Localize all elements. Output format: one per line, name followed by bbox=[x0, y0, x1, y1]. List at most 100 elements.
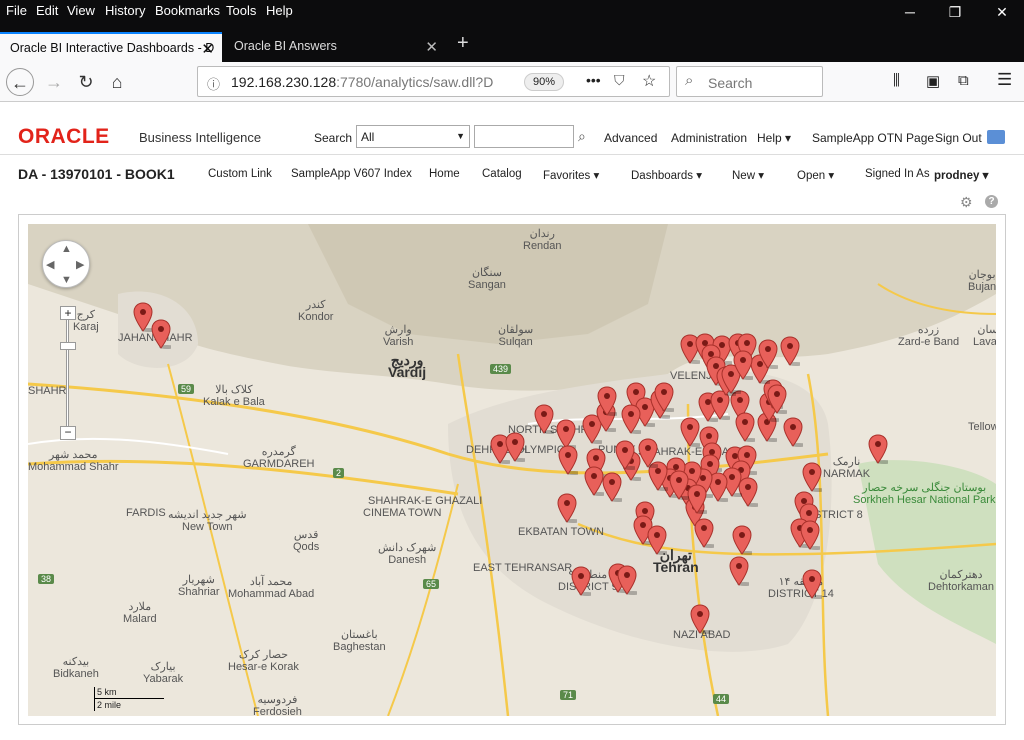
map-place-label: حصار کرک Hesar-e Korak bbox=[228, 649, 299, 673]
help-menu[interactable]: Help ▾ bbox=[757, 131, 791, 145]
minimize-icon[interactable]: ─ bbox=[900, 4, 920, 22]
map-marker[interactable] bbox=[505, 432, 525, 462]
new-menu[interactable]: New ▾ bbox=[732, 168, 764, 182]
catalog-link[interactable]: Catalog bbox=[482, 168, 522, 180]
menu-edit[interactable]: Edit bbox=[36, 3, 58, 18]
pan-down-icon[interactable]: ▼ bbox=[61, 274, 72, 286]
map-place-label: لواسانLavasan bbox=[973, 324, 996, 348]
open-menu[interactable]: Open ▾ bbox=[797, 168, 834, 182]
administration-link[interactable]: Administration bbox=[671, 131, 747, 145]
map-zoom-control[interactable]: + − bbox=[60, 306, 76, 442]
map-marker[interactable] bbox=[669, 470, 689, 500]
map-marker[interactable] bbox=[557, 493, 577, 523]
search-input[interactable] bbox=[474, 125, 574, 148]
map-marker[interactable] bbox=[617, 565, 637, 595]
gear-icon[interactable]: ⚙ bbox=[960, 194, 973, 211]
map-marker[interactable] bbox=[534, 404, 554, 434]
home-link[interactable]: Home bbox=[429, 168, 460, 180]
map-marker[interactable] bbox=[133, 302, 153, 332]
map-marker[interactable] bbox=[802, 569, 822, 599]
map-marker[interactable] bbox=[735, 412, 755, 442]
accessibility-icon[interactable] bbox=[987, 130, 1005, 144]
search-go-icon[interactable]: ⌕ bbox=[578, 128, 586, 145]
pan-right-icon[interactable]: ▶ bbox=[76, 258, 84, 271]
pan-up-icon[interactable]: ▲ bbox=[61, 243, 72, 255]
map-pan-control[interactable]: ▲ ▼ ◀ ▶ bbox=[42, 240, 90, 288]
map-marker[interactable] bbox=[783, 417, 803, 447]
map-marker[interactable] bbox=[654, 382, 674, 412]
map-marker[interactable] bbox=[597, 386, 617, 416]
map-marker[interactable] bbox=[638, 438, 658, 468]
hamburger-menu-icon[interactable]: ☰ bbox=[997, 70, 1012, 90]
map-marker[interactable] bbox=[868, 434, 888, 464]
map-marker[interactable] bbox=[647, 525, 667, 555]
map-marker[interactable] bbox=[802, 462, 822, 492]
map-marker[interactable] bbox=[758, 339, 778, 369]
map-marker[interactable] bbox=[733, 350, 753, 380]
map-marker[interactable] bbox=[780, 336, 800, 366]
tab-answers[interactable]: Oracle BI Answers ✕ bbox=[224, 32, 446, 62]
reload-icon[interactable]: ↻ bbox=[72, 68, 100, 96]
map-marker[interactable] bbox=[621, 404, 641, 434]
map-marker[interactable] bbox=[690, 604, 710, 634]
extension-icon[interactable]: ⧉ bbox=[958, 72, 969, 89]
zoom-indicator[interactable]: 90% bbox=[524, 73, 564, 91]
browser-search-box[interactable]: ⌕ Search bbox=[676, 66, 823, 97]
menu-file[interactable]: File bbox=[6, 3, 27, 18]
map-marker[interactable] bbox=[558, 445, 578, 475]
otn-page-link[interactable]: SampleApp OTN Page bbox=[812, 131, 934, 145]
search-scope-select[interactable]: All ▼ bbox=[356, 125, 470, 148]
map-view[interactable]: رندان Rendan سنگان Sangan کندر Kondor وارش Vari… bbox=[28, 224, 996, 716]
restore-icon[interactable]: ❐ bbox=[945, 4, 965, 22]
map-marker[interactable] bbox=[151, 319, 171, 349]
map-marker[interactable] bbox=[571, 566, 591, 596]
menu-view[interactable]: View bbox=[67, 3, 95, 18]
map-marker[interactable] bbox=[584, 466, 604, 496]
map-marker[interactable] bbox=[800, 520, 820, 550]
zoom-out-icon[interactable]: − bbox=[60, 426, 76, 440]
close-tab-icon[interactable]: ✕ bbox=[425, 38, 438, 56]
zoom-handle[interactable] bbox=[60, 342, 76, 350]
close-tab-icon[interactable]: ✕ bbox=[201, 40, 214, 58]
pan-left-icon[interactable]: ◀ bbox=[46, 258, 54, 271]
close-window-icon[interactable]: ✕ bbox=[992, 4, 1012, 22]
user-menu[interactable]: prodney ▾ bbox=[934, 168, 988, 182]
page-actions-icon[interactable]: ••• bbox=[586, 72, 601, 88]
tab-dashboards[interactable]: Oracle BI Interactive Dashboards - D ✕ bbox=[0, 32, 222, 62]
sign-out-link[interactable]: Sign Out bbox=[935, 131, 982, 145]
dashboards-menu[interactable]: Dashboards ▾ bbox=[631, 168, 702, 182]
road-shield: 44 bbox=[713, 694, 730, 704]
product-title: Business Intelligence bbox=[139, 130, 262, 145]
map-place-label: رندان Rendan bbox=[523, 228, 562, 252]
map-marker[interactable] bbox=[602, 472, 622, 502]
map-marker[interactable] bbox=[732, 525, 752, 555]
new-tab-icon[interactable]: + bbox=[457, 32, 469, 55]
map-marker[interactable] bbox=[687, 484, 707, 514]
road-shield: 38 bbox=[38, 574, 55, 584]
menu-bookmarks[interactable]: Bookmarks bbox=[155, 3, 220, 18]
favorites-menu[interactable]: Favorites ▾ bbox=[543, 168, 599, 182]
back-icon[interactable]: ← bbox=[6, 68, 34, 96]
zoom-in-icon[interactable]: + bbox=[60, 306, 76, 320]
zoom-track[interactable] bbox=[66, 312, 69, 436]
map-marker[interactable] bbox=[767, 384, 787, 414]
menu-history[interactable]: History bbox=[105, 3, 145, 18]
map-marker[interactable] bbox=[694, 518, 714, 548]
sampleapp-index-link[interactable]: SampleApp V607 Index bbox=[291, 168, 412, 180]
custom-link[interactable]: Custom Link bbox=[208, 168, 272, 180]
advanced-link[interactable]: Advanced bbox=[604, 131, 657, 145]
map-marker[interactable] bbox=[680, 417, 700, 447]
library-icon[interactable]: ⫼ bbox=[893, 72, 900, 89]
sidebar-icon[interactable]: ▣ bbox=[926, 72, 940, 90]
help-icon[interactable]: ? bbox=[985, 195, 998, 208]
pocket-icon[interactable]: ⛉ bbox=[614, 72, 625, 89]
bookmark-star-icon[interactable]: ☆ bbox=[642, 71, 656, 91]
home-icon[interactable]: ⌂ bbox=[103, 68, 131, 96]
menu-help[interactable]: Help bbox=[266, 3, 293, 18]
map-marker[interactable] bbox=[729, 556, 749, 586]
map-marker[interactable] bbox=[615, 440, 635, 470]
forward-icon[interactable]: → bbox=[40, 68, 68, 96]
url-bar[interactable]: ⓘ 192.168.230.128:7780/analytics/saw.dll… bbox=[197, 66, 670, 97]
menu-tools[interactable]: Tools bbox=[226, 3, 256, 18]
info-icon[interactable]: ⓘ bbox=[207, 74, 220, 93]
